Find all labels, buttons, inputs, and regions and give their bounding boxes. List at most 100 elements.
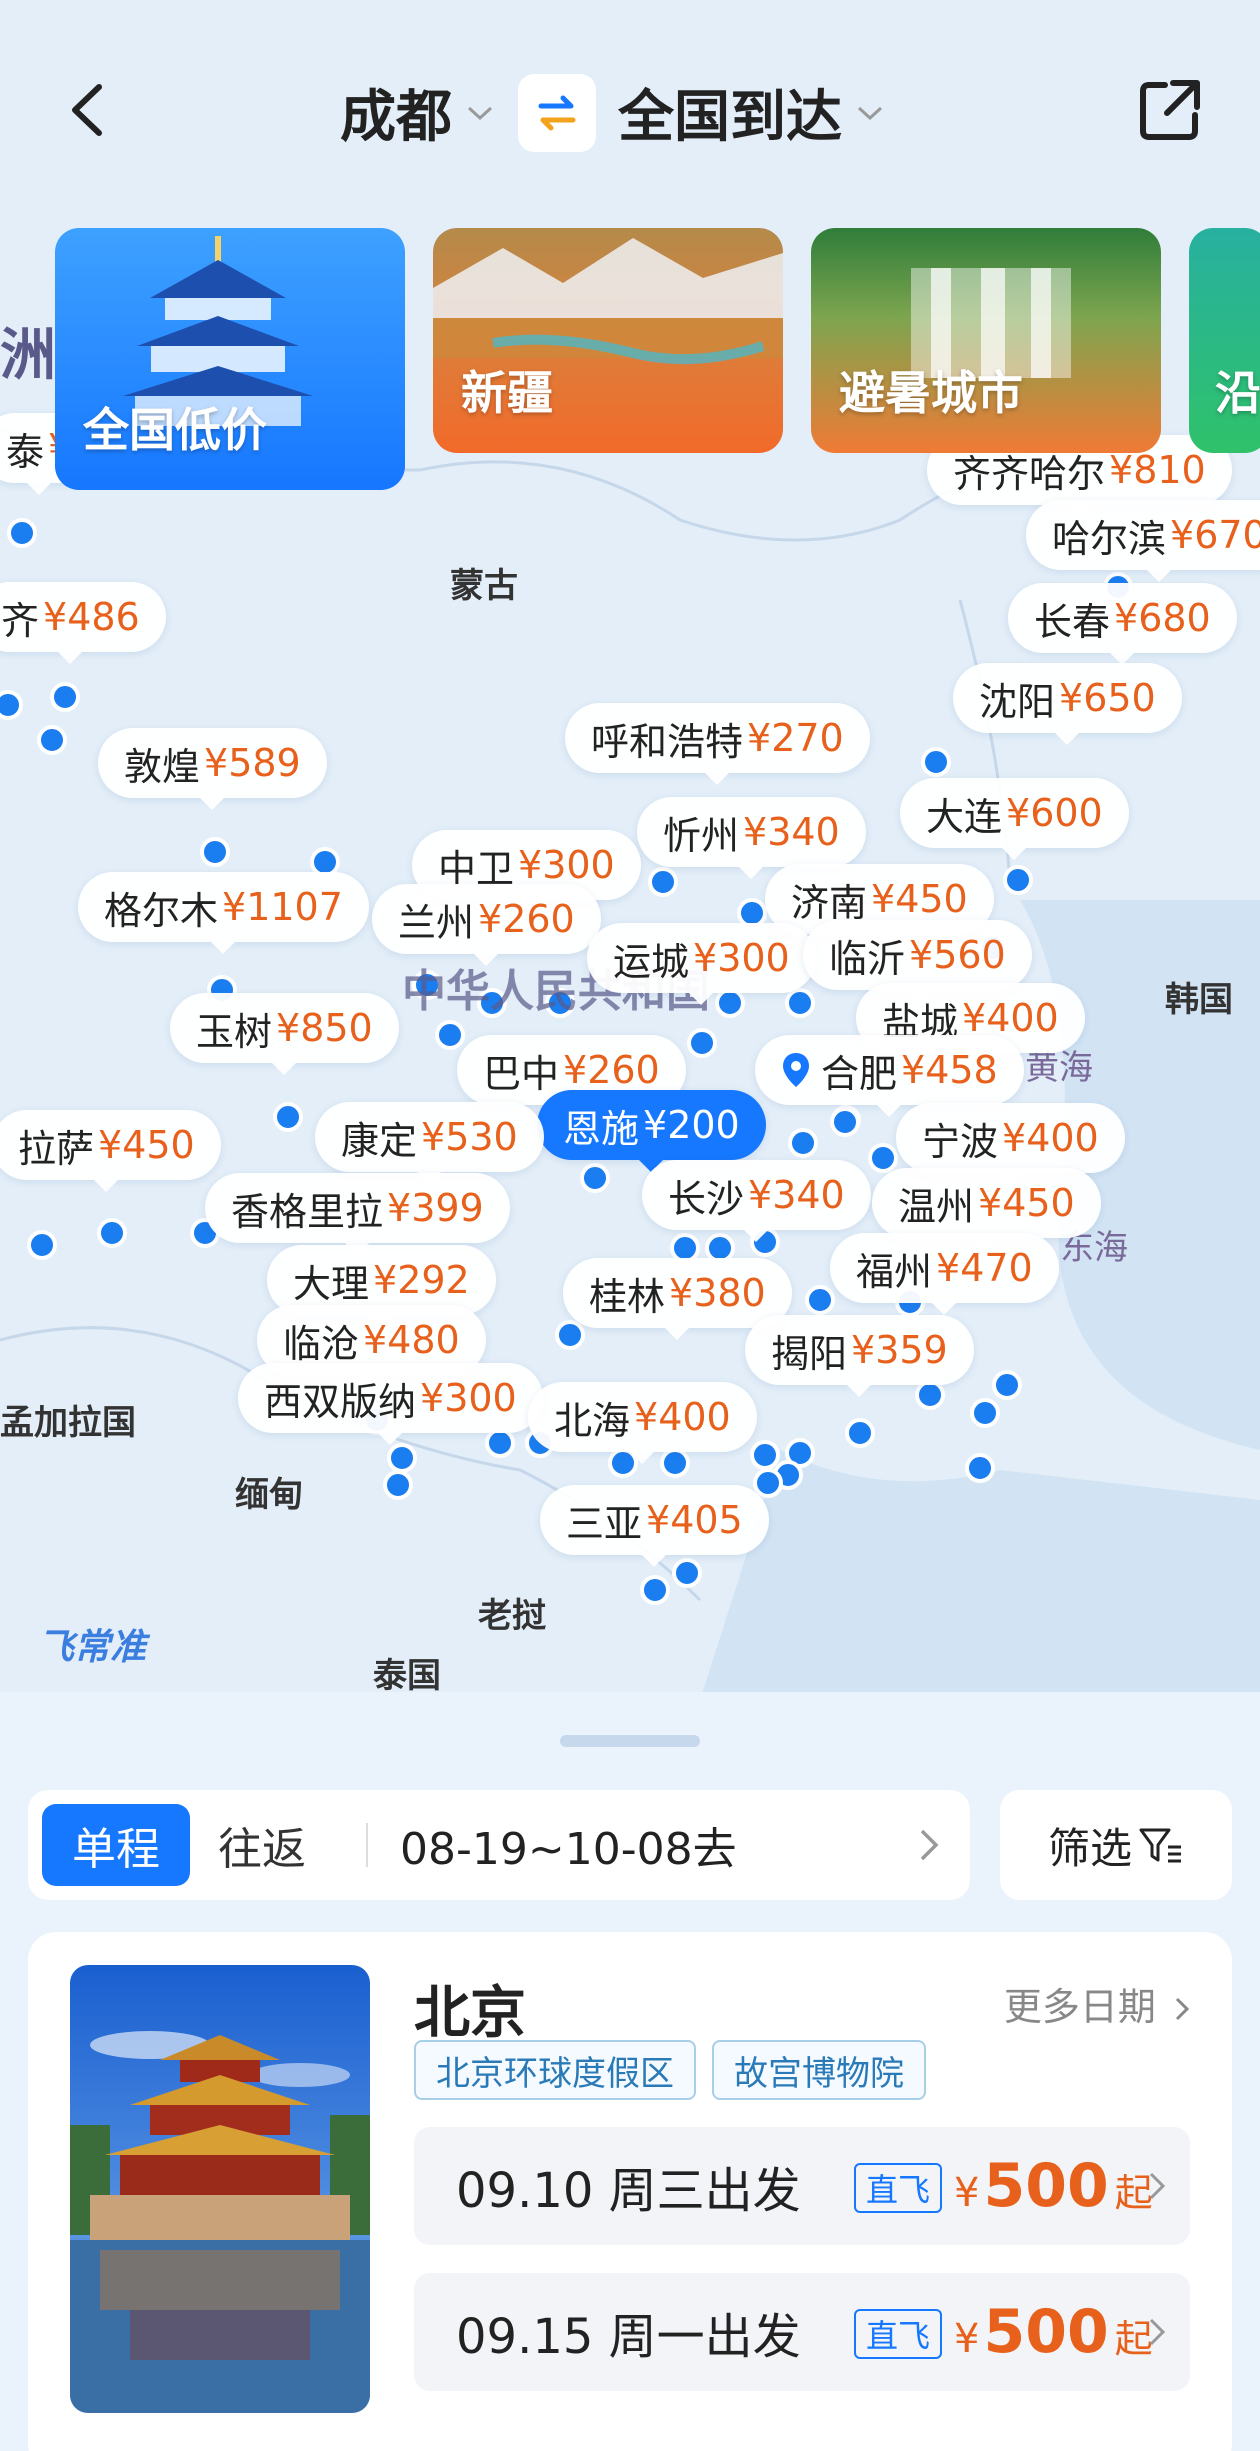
feichangzhun-watermark: 飞常准 (38, 1627, 147, 1668)
map-label-thailand: 泰国 (373, 1656, 441, 1696)
category-label: 避暑城市 (839, 366, 1023, 420)
drag-handle[interactable] (560, 1735, 700, 1747)
pin-price: ¥270 (747, 716, 844, 760)
pin-city: 大连 (926, 794, 1003, 839)
pin-city: 格尔木 (104, 888, 219, 933)
pin-city: 康定 (341, 1118, 418, 1163)
price-pin[interactable]: 齐 ¥486 (0, 582, 166, 664)
chevron-right-icon[interactable] (916, 1826, 942, 1864)
pin-city: 宁波 (922, 1119, 999, 1164)
price-pin[interactable]: 临沂 ¥560 (803, 920, 1032, 1002)
price-pin[interactable]: 呼和浩特 ¥270 (565, 703, 870, 785)
pin-price: ¥400 (962, 996, 1059, 1040)
top-bar: 成都 全国到达 (0, 40, 1260, 180)
filter-button[interactable]: 筛选 (1000, 1790, 1232, 1900)
back-arrow-icon[interactable] (55, 75, 125, 145)
pin-price: ¥300 (420, 1376, 517, 1420)
price-pin[interactable]: 西双版纳 ¥300 (238, 1363, 543, 1445)
category-carousel[interactable]: 全国低价 新疆 避暑城市 沿 (55, 228, 1260, 493)
more-dates-link[interactable]: 更多日期 (1004, 1976, 1192, 2031)
pin-price: ¥560 (909, 933, 1006, 977)
pin-price: ¥480 (363, 1318, 460, 1362)
flight-date-row[interactable]: 09.10 周三出发 直飞 ¥ 500 起 (414, 2127, 1190, 2245)
price-amount: 500 (983, 2151, 1109, 2221)
share-icon[interactable] (1135, 75, 1205, 145)
price-pin[interactable]: 桂林 ¥380 (563, 1258, 792, 1340)
tag-palace-museum[interactable]: 故宫博物院 (712, 2040, 926, 2100)
pin-city: 哈尔滨 (1052, 516, 1167, 561)
flight-date-row[interactable]: 09.15 周一出发 直飞 ¥ 500 起 (414, 2273, 1190, 2391)
price-pin[interactable]: 合肥 ¥458 (755, 1035, 1024, 1117)
price-pin[interactable]: 长沙 ¥340 (642, 1160, 871, 1242)
price-pin[interactable]: 福州 ¥470 (830, 1233, 1059, 1315)
category-card-xinjiang[interactable]: 新疆 (433, 228, 783, 453)
tab-round-trip[interactable]: 往返 (218, 1804, 306, 1886)
price-pin[interactable]: 玉树 ¥850 (170, 993, 399, 1075)
map-label-bangladesh: 孟加拉国 (0, 1403, 136, 1443)
map-label-mongolia: 蒙古 (450, 566, 518, 606)
price-pin[interactable]: 运城 ¥300 (587, 923, 816, 1005)
price-pin[interactable]: 宁波 ¥400 (896, 1103, 1125, 1185)
pin-price: ¥260 (563, 1048, 660, 1092)
location-pin-icon (783, 1053, 809, 1087)
chevron-right-icon (1175, 1997, 1190, 2021)
pin-price: ¥450 (978, 1181, 1075, 1225)
price-pin[interactable]: 揭阳 ¥359 (745, 1315, 974, 1397)
pin-city: 运城 (613, 939, 690, 984)
pin-city: 临沂 (829, 936, 906, 981)
pin-city: 恩施 (563, 1106, 640, 1151)
tag-universal-resort[interactable]: 北京环球度假区 (414, 2040, 696, 2100)
tab-one-way[interactable]: 单程 (42, 1804, 190, 1886)
price-pin[interactable]: 沈阳 ¥650 (953, 663, 1182, 745)
price-pin[interactable]: 香格里拉 ¥399 (205, 1173, 510, 1255)
pin-city: 长沙 (668, 1176, 745, 1221)
category-label: 新疆 (461, 366, 553, 420)
pin-price: ¥486 (43, 595, 140, 639)
price-pin[interactable]: 温州 ¥450 (872, 1168, 1101, 1250)
price-pin[interactable]: 长春 ¥680 (1008, 583, 1237, 665)
date-range-selector[interactable]: 08-19~10-08去 (400, 1804, 737, 1886)
chevron-right-icon (1149, 2318, 1166, 2346)
map-label-laos: 老挝 (478, 1596, 546, 1636)
map-label-korea: 韩国 (1165, 980, 1233, 1020)
category-card-partial[interactable]: 沿 (1189, 228, 1260, 453)
pin-price: ¥450 (871, 877, 968, 921)
price-pin[interactable]: 拉萨 ¥450 (0, 1110, 221, 1192)
trip-filter-bar: 单程 往返 08-19~10-08去 (28, 1790, 970, 1900)
departure-date: 09.10 周三出发 (456, 2163, 801, 2219)
forbidden-city-image (70, 1965, 370, 2413)
arrival-city[interactable]: 全国到达 (618, 72, 842, 153)
price-pin[interactable]: 哈尔滨 ¥670 (1026, 500, 1260, 582)
chevron-down-icon[interactable] (466, 104, 494, 122)
price-pin[interactable]: 格尔木 ¥1107 (78, 872, 369, 954)
map-label-myanmar: 缅甸 (235, 1475, 303, 1515)
price-pin[interactable]: 敦煌 ¥589 (98, 728, 327, 810)
pin-city: 长春 (1034, 599, 1111, 644)
category-card-summer-cities[interactable]: 避暑城市 (811, 228, 1161, 453)
pin-city: 拉萨 (18, 1126, 95, 1171)
chevron-right-icon (1149, 2172, 1166, 2200)
destination-card[interactable]: 北京 更多日期 北京环球度假区 故宫博物院 09.10 周三出发 直飞 ¥ 50… (28, 1932, 1232, 2451)
currency-symbol: ¥ (954, 2170, 980, 2216)
price-pin[interactable]: 北海 ¥400 (528, 1382, 757, 1464)
price-pin[interactable]: 三亚 ¥405 (540, 1485, 769, 1567)
pin-city: 揭阳 (771, 1331, 848, 1376)
pin-price: ¥470 (936, 1246, 1033, 1290)
route-selector: 成都 全国到达 (340, 65, 884, 160)
price-pin-selected[interactable]: 恩施 ¥200 (537, 1090, 766, 1172)
results-sheet: 单程 往返 08-19~10-08去 筛选 北京 更多日期 北京环球度假区 故宫… (0, 1692, 1260, 2451)
pin-price: ¥340 (748, 1173, 845, 1217)
price-pin[interactable]: 忻州 ¥340 (637, 797, 866, 879)
pin-price: ¥400 (1002, 1116, 1099, 1160)
price-map[interactable]: 洲 蒙古 中华人民共和国 韩国 黄海 东海 孟加拉国 缅甸 老挝 泰国 飞常准 … (0, 0, 1260, 1700)
category-card-nationwide-low[interactable]: 全国低价 (55, 228, 405, 490)
price-pin[interactable]: 兰州 ¥260 (372, 884, 601, 966)
flight-price: ¥ 500 起 (954, 2127, 1153, 2245)
swap-cities-button[interactable] (518, 73, 596, 152)
pin-city: 沈阳 (979, 679, 1056, 724)
price-pin[interactable]: 康定 ¥530 (315, 1102, 544, 1184)
chevron-down-icon[interactable] (856, 104, 884, 122)
map-label-continent: 洲 (0, 323, 56, 388)
price-pin[interactable]: 大连 ¥600 (900, 778, 1129, 860)
departure-city[interactable]: 成都 (340, 72, 452, 153)
